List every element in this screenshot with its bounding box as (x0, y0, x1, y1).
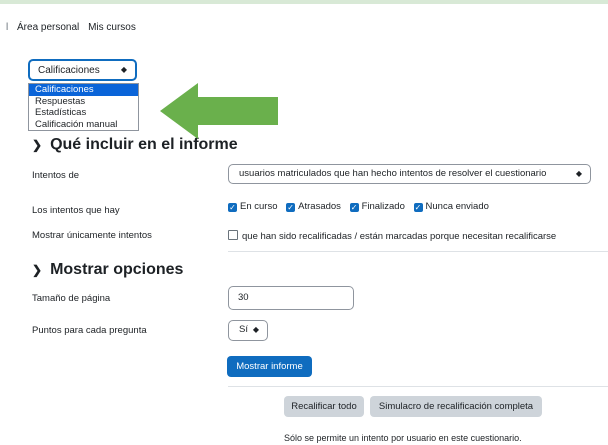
regrade-all-button[interactable]: Recalificar todo (284, 396, 364, 417)
marks-per-question-select[interactable]: Sí ◆ (228, 320, 268, 341)
checkmark-icon: ✓ (286, 203, 296, 212)
attempt-states-group: ✓ En curso ✓ Atrasados ✓ Finalizado ✓ Nunca … (228, 201, 495, 212)
checkbox-finished[interactable]: ✓ Finalizado (349, 201, 405, 212)
green-arrow-icon (160, 83, 278, 139)
attempts-from-value: usuarios matriculados que han hecho inte… (239, 168, 547, 179)
checkmark-icon: ✓ (228, 203, 237, 212)
checkbox-label: Atrasados (298, 201, 341, 212)
report-option-responses[interactable]: Respuestas (29, 96, 138, 108)
report-option-statistics[interactable]: Estadísticas (29, 107, 138, 119)
checkbox-in-progress[interactable]: ✓ En curso (228, 201, 278, 212)
attempts-from-label: Intentos de (32, 170, 80, 181)
select-caret-icon: ◆ (120, 65, 127, 74)
breadcrumb-separator: l (6, 22, 9, 33)
show-report-button[interactable]: Mostrar informe (227, 356, 312, 377)
section-display-title: Mostrar opciones (50, 261, 184, 278)
checkbox-label: En curso (240, 201, 278, 212)
marks-per-question-value: Sí (239, 324, 248, 335)
select-caret-icon: ◆ (575, 169, 582, 178)
report-option-manual-grading[interactable]: Calificación manual (29, 119, 138, 131)
divider (228, 386, 608, 387)
breadcrumb-item-dashboard[interactable]: Área personal (17, 22, 79, 33)
dry-run-regrade-button[interactable]: Simulacro de recalificación completa (370, 396, 542, 417)
select-caret-icon: ◆ (252, 325, 259, 334)
only-attempts-label: Mostrar únicamente intentos (32, 230, 152, 241)
chevron-down-icon: ❯ (32, 263, 43, 277)
report-type-dropdown: Calificaciones Respuestas Estadísticas C… (28, 83, 139, 131)
top-bar (0, 0, 608, 4)
checkbox-empty-icon[interactable] (228, 230, 238, 240)
report-option-grades[interactable]: Calificaciones (29, 84, 138, 96)
chevron-down-icon: ❯ (32, 138, 43, 152)
checkmark-icon: ✓ (413, 203, 423, 212)
report-type-value: Calificaciones (38, 65, 100, 76)
section-display-header[interactable]: ❯ Mostrar opciones (32, 261, 183, 279)
checkbox-never-submitted[interactable]: ✓ Nunca enviado (413, 201, 489, 212)
checkbox-overdue[interactable]: ✓ Atrasados (286, 201, 341, 212)
divider (228, 251, 608, 252)
breadcrumb-item-my-courses[interactable]: Mis cursos (88, 22, 136, 33)
breadcrumb: l Área personal Mis cursos (6, 22, 142, 33)
attempts-from-select[interactable]: usuarios matriculados que han hecho inte… (228, 164, 591, 184)
checkbox-label: Nunca enviado (425, 201, 489, 212)
only-regraded-text: que han sido recalificadas / están marca… (242, 231, 557, 242)
checkmark-icon: ✓ (349, 203, 359, 212)
checkbox-label: Finalizado (361, 201, 405, 212)
marks-per-question-label: Puntos para cada pregunta (32, 325, 147, 336)
single-attempt-note: Sólo se permite un intento por usuario e… (284, 433, 522, 443)
only-regraded-option[interactable]: que han sido recalificadas / están marca… (228, 230, 556, 242)
report-type-select[interactable]: Calificaciones ◆ (28, 59, 137, 81)
page-size-label: Tamaño de página (32, 293, 111, 304)
attempt-states-label: Los intentos que hay (32, 205, 120, 216)
page-size-input[interactable]: 30 (228, 286, 354, 310)
